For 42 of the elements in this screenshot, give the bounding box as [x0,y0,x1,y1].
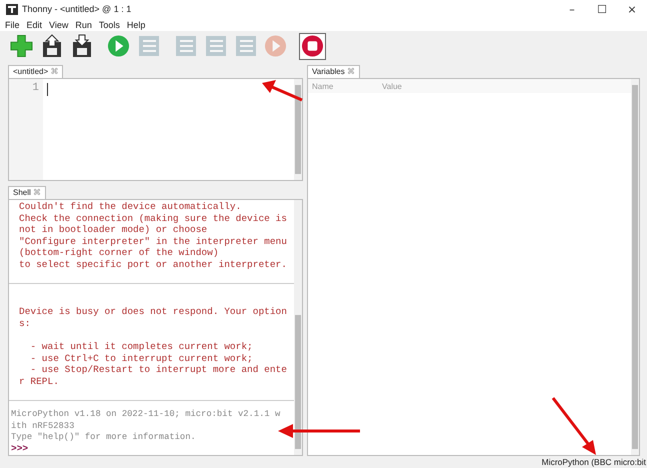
editor-tab[interactable]: <untitled> ⌘ [8,65,64,78]
shell-line: ith nRF52833 [11,420,76,432]
annotation-arrow [552,397,596,455]
menu-item[interactable]: Tools [98,20,120,30]
scrollbar[interactable] [631,79,639,455]
shell-console[interactable] [8,199,303,456]
menu-item[interactable]: File [5,20,20,30]
shell-line: not in bootloader mode) or choose [19,224,208,236]
variables-tab[interactable]: Variables ⌘ [307,65,360,78]
scrollbar[interactable] [294,200,302,455]
shell-line: - use Stop/Restart to interrupt more and ente [29,364,288,376]
shell-line: (bottom-right corner of the window) [19,247,220,259]
menu-item[interactable]: Help [126,20,146,30]
window-control-button[interactable]: × [617,2,647,16]
shell-tab[interactable]: Shell ⌘ [8,186,46,199]
text-cursor [47,83,48,96]
window-control-button[interactable]: ☐ [587,2,617,16]
shell-prompt: >>> [10,443,30,455]
app-logo-icon [6,4,18,14]
menu-item[interactable]: View [49,20,68,30]
shell-line: "Configure interpreter" in the interpreter menu [19,236,288,248]
stop-button[interactable] [299,32,326,60]
shell-line: r REPL. [19,376,60,388]
annotation-arrow [262,80,303,102]
window-control-button[interactable]: – [557,2,587,16]
shell-line: - use Ctrl+C to interrupt current work; [29,352,254,364]
line-number: 1 [32,82,39,94]
menu-item[interactable]: Edit [26,20,42,30]
shell-line: Device is busy or does not respond. Your option [19,306,288,318]
shell-line: Couldn't find the device automatically. [19,201,242,213]
shell-line: to select specific port or another interpreter. [19,258,288,271]
scrollbar[interactable] [294,79,302,180]
run-button[interactable] [105,32,132,60]
shell-line: - wait until it completes current work; [29,341,254,353]
interpreter-selector[interactable]: MicroPython (BBC micro:bit [542,457,646,467]
shell-line: Type "help()" for more information. [11,432,197,444]
window-title: Thonny - <untitled> @ 1 : 1 [22,4,132,14]
shell-line: Check the connection (making sure the device is [19,212,288,224]
menu-item[interactable]: Run [75,20,92,30]
new-button[interactable] [8,32,35,60]
shell-line: s: [19,318,32,330]
shell-line: MicroPython v1.18 on 2022-11-10; micro:bit v2.1.1 w [11,409,282,421]
